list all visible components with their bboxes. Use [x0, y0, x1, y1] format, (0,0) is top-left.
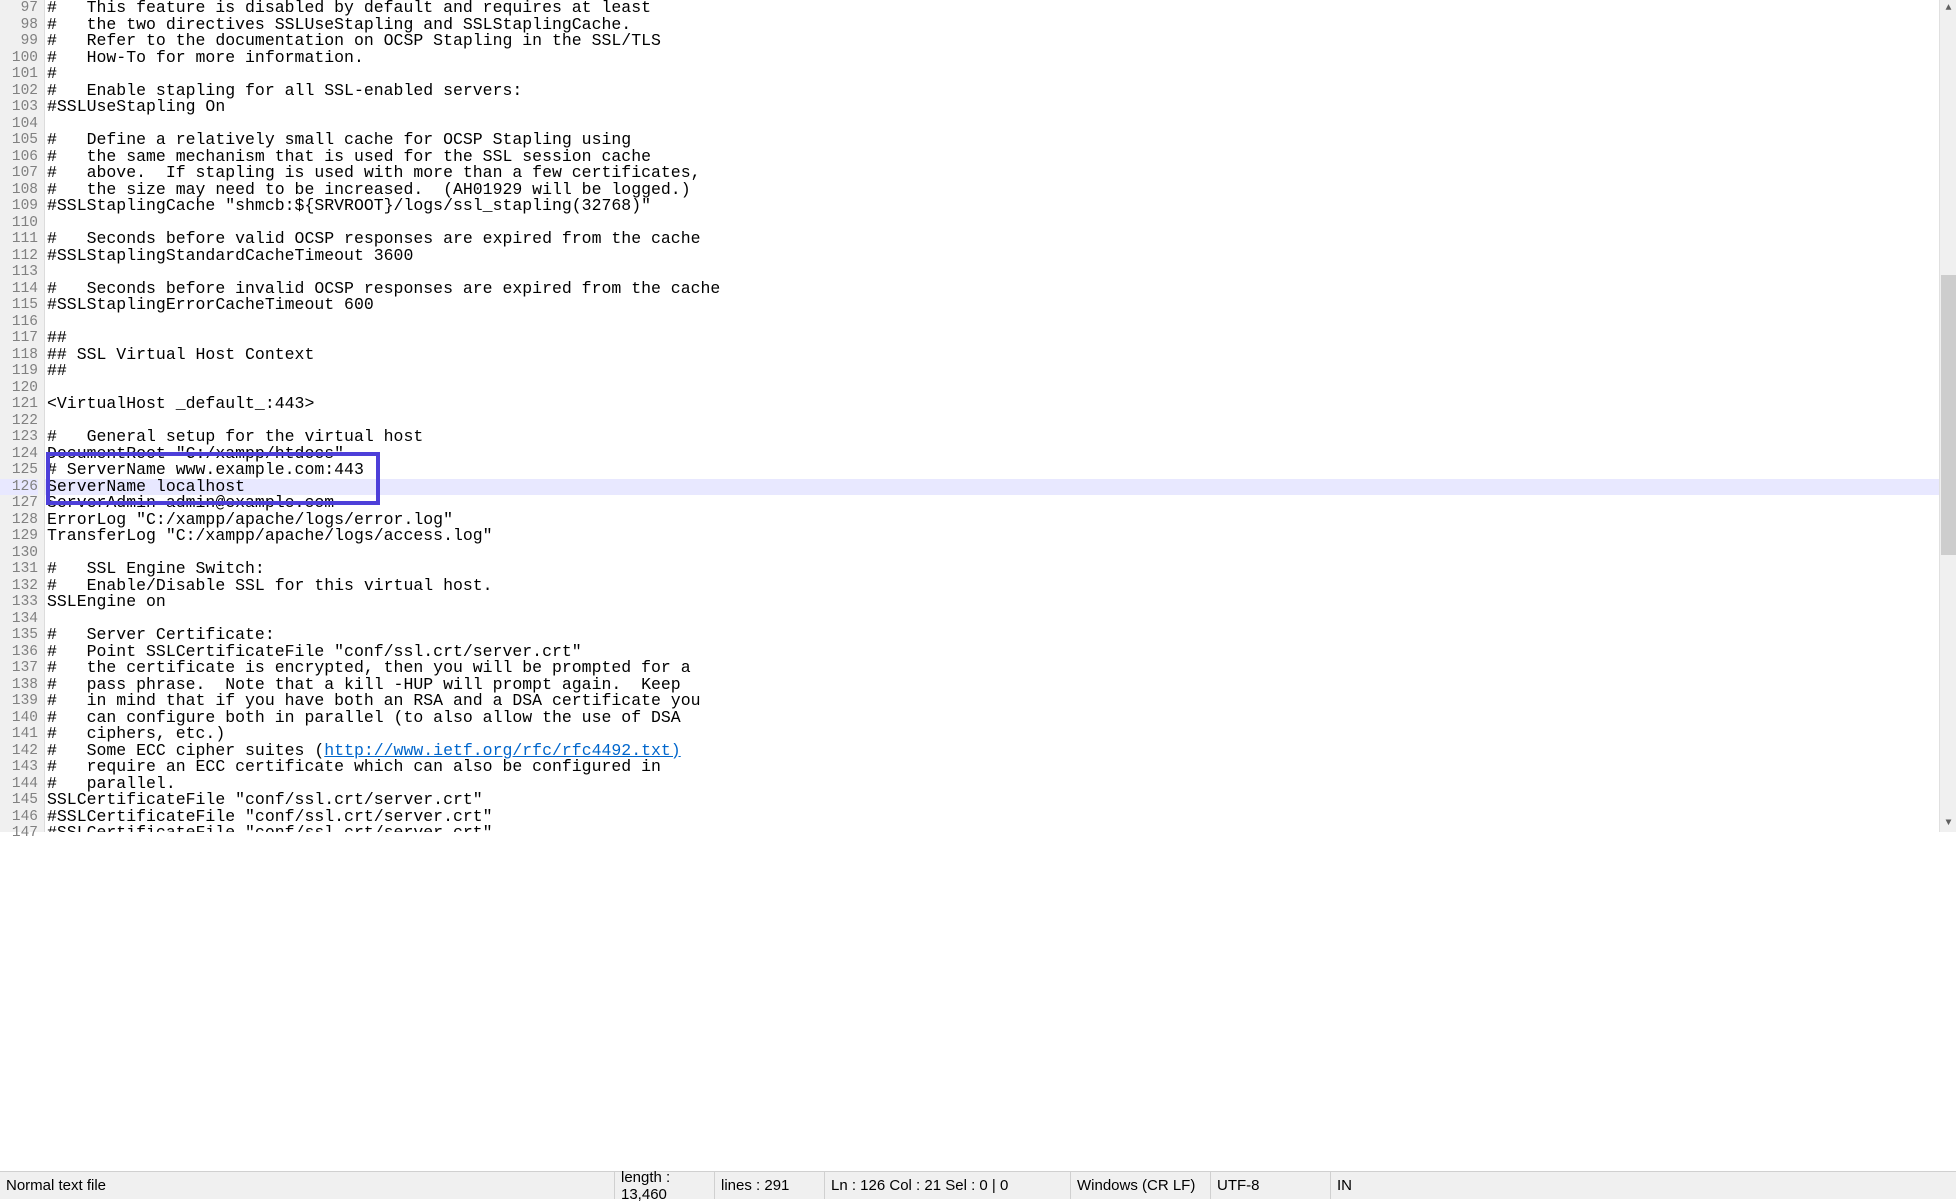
status-lines: lines : 291	[715, 1172, 825, 1199]
line-number[interactable]: 122	[0, 413, 38, 430]
code-line[interactable]	[45, 380, 1956, 397]
line-number[interactable]: 116	[0, 314, 38, 331]
line-number[interactable]: 124	[0, 446, 38, 463]
line-number[interactable]: 137	[0, 660, 38, 677]
line-number[interactable]: 110	[0, 215, 38, 232]
line-number[interactable]: 131	[0, 561, 38, 578]
code-line[interactable]: # Enable stapling for all SSL-enabled se…	[45, 83, 1956, 100]
line-number[interactable]: 133	[0, 594, 38, 611]
status-file-type: Normal text file	[0, 1172, 615, 1199]
line-number[interactable]: 126	[0, 479, 38, 496]
code-line[interactable]: ##	[45, 330, 1956, 347]
line-number[interactable]: 97	[0, 0, 38, 17]
code-line[interactable]: #SSLStaplingCache "shmcb:${SRVROOT}/logs…	[45, 198, 1956, 215]
line-number-gutter[interactable]: 9798991001011021031041051061071081091101…	[0, 0, 45, 832]
status-eol: Windows (CR LF)	[1071, 1172, 1211, 1199]
line-number[interactable]: 141	[0, 726, 38, 743]
code-line[interactable]: # How-To for more information.	[45, 50, 1956, 67]
status-position: Ln : 126 Col : 21 Sel : 0 | 0	[825, 1172, 1071, 1199]
code-line[interactable]: <VirtualHost _default_:443>	[45, 396, 1956, 413]
status-bar: Normal text file length : 13,460 lines :…	[0, 1171, 1956, 1199]
line-number[interactable]: 134	[0, 611, 38, 628]
line-number[interactable]: 101	[0, 66, 38, 83]
status-insert-mode: IN	[1331, 1172, 1956, 1199]
line-number[interactable]: 107	[0, 165, 38, 182]
line-number[interactable]: 115	[0, 297, 38, 314]
editor-container: 9798991001011021031041051061071081091101…	[0, 0, 1956, 832]
code-line[interactable]: #SSLStaplingErrorCacheTimeout 600	[45, 297, 1956, 314]
code-text-area[interactable]: # This feature is disabled by default an…	[45, 0, 1956, 832]
line-number[interactable]: 147	[0, 825, 38, 842]
code-line[interactable]: #SSLStaplingStandardCacheTimeout 3600	[45, 248, 1956, 265]
line-number[interactable]: 99	[0, 33, 38, 50]
code-line[interactable]: # can configure both in parallel (to als…	[45, 710, 1956, 727]
line-number[interactable]: 144	[0, 776, 38, 793]
line-number[interactable]: 104	[0, 116, 38, 133]
line-number[interactable]: 112	[0, 248, 38, 265]
code-line[interactable]: TransferLog "C:/xampp/apache/logs/access…	[45, 528, 1956, 545]
editor-main: 9798991001011021031041051061071081091101…	[0, 0, 1956, 1171]
code-line[interactable]: ##	[45, 363, 1956, 380]
line-number[interactable]: 121	[0, 396, 38, 413]
line-number[interactable]: 123	[0, 429, 38, 446]
scrollbar-arrow-up-icon[interactable]: ▲	[1940, 0, 1956, 17]
line-number[interactable]: 128	[0, 512, 38, 529]
line-number[interactable]: 117	[0, 330, 38, 347]
scrollbar-thumb[interactable]	[1941, 275, 1956, 555]
line-number[interactable]: 98	[0, 17, 38, 34]
code-line[interactable]: ## SSL Virtual Host Context	[45, 347, 1956, 364]
line-number[interactable]: 105	[0, 132, 38, 149]
line-number[interactable]: 135	[0, 627, 38, 644]
line-number[interactable]: 102	[0, 83, 38, 100]
code-line[interactable]: # Enable/Disable SSL for this virtual ho…	[45, 578, 1956, 595]
line-number[interactable]: 120	[0, 380, 38, 397]
code-line[interactable]: # ServerName www.example.com:443	[45, 462, 1956, 479]
line-number[interactable]: 114	[0, 281, 38, 298]
code-line[interactable]: #SSLUseStapling On	[45, 99, 1956, 116]
line-number[interactable]: 125	[0, 462, 38, 479]
line-number[interactable]: 138	[0, 677, 38, 694]
line-number[interactable]: 142	[0, 743, 38, 760]
line-number[interactable]: 130	[0, 545, 38, 562]
line-number[interactable]: 143	[0, 759, 38, 776]
line-number[interactable]: 146	[0, 809, 38, 826]
line-number[interactable]: 109	[0, 198, 38, 215]
code-line[interactable]	[45, 545, 1956, 562]
line-number[interactable]: 106	[0, 149, 38, 166]
line-number[interactable]: 118	[0, 347, 38, 364]
line-number[interactable]: 111	[0, 231, 38, 248]
code-line[interactable]	[45, 314, 1956, 331]
status-encoding: UTF-8	[1211, 1172, 1331, 1199]
code-line[interactable]: SSLEngine on	[45, 594, 1956, 611]
line-number[interactable]: 100	[0, 50, 38, 67]
line-number[interactable]: 119	[0, 363, 38, 380]
line-number[interactable]: 132	[0, 578, 38, 595]
line-number[interactable]: 103	[0, 99, 38, 116]
code-line[interactable]: # require an ECC certificate which can a…	[45, 759, 1956, 776]
line-number[interactable]: 139	[0, 693, 38, 710]
line-number[interactable]: 113	[0, 264, 38, 281]
line-number[interactable]: 145	[0, 792, 38, 809]
vertical-scrollbar[interactable]: ▲ ▼	[1939, 0, 1956, 832]
status-length: length : 13,460	[615, 1172, 715, 1199]
line-number[interactable]: 136	[0, 644, 38, 661]
line-number[interactable]: 129	[0, 528, 38, 545]
scrollbar-arrow-down-icon[interactable]: ▼	[1940, 815, 1956, 832]
code-line[interactable]: #SSLCertificateFile "conf/ssl.crt/server…	[45, 825, 1956, 832]
line-number[interactable]: 140	[0, 710, 38, 727]
code-line[interactable]	[45, 611, 1956, 628]
line-number[interactable]: 108	[0, 182, 38, 199]
line-number[interactable]: 127	[0, 495, 38, 512]
